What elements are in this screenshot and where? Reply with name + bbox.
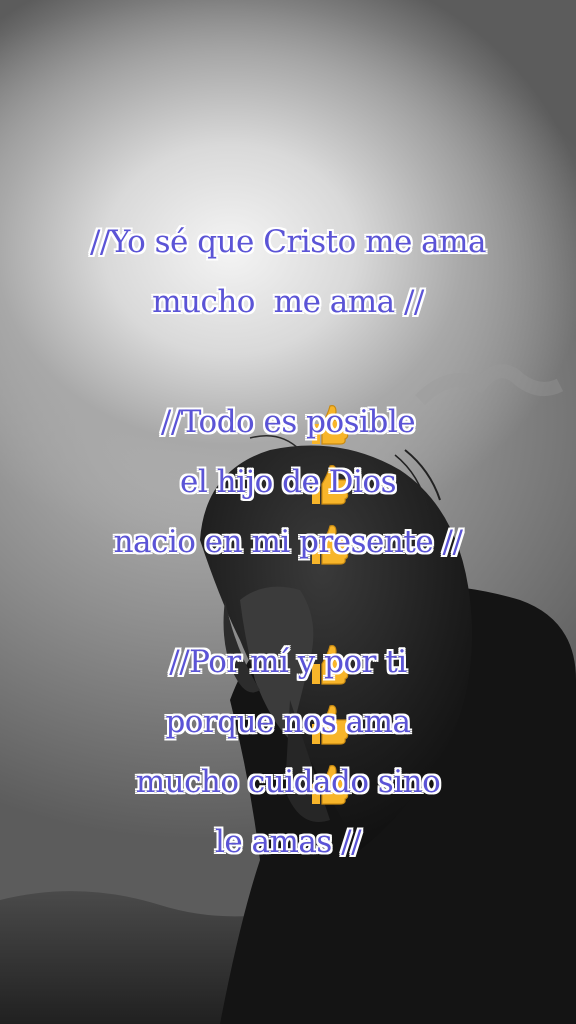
lyric-line-1: //Yo sé que Cristo me ama: [89, 224, 487, 260]
lyric-line-7: porque nos ama: [165, 704, 411, 740]
lyrics-overlay: //Yo sé que Cristo me ama mucho me ama /…: [0, 212, 576, 872]
lyric-line-5: nacio en mi presente //: [113, 524, 463, 560]
lyric-line-4: el hijo de Dios: [179, 464, 397, 500]
lyric-line-9: le amas //: [214, 824, 362, 860]
lyric-line-8: mucho cuidado sino: [135, 764, 441, 800]
lyric-line-6: //Por mí y por ti: [169, 644, 407, 680]
lyric-line-2: mucho me ama //: [152, 284, 424, 320]
thumbs-up-row-1: [0, 332, 576, 565]
lyric-line-3: //Todo es posible: [160, 404, 416, 440]
background-photo: //Yo sé que Cristo me ama mucho me ama /…: [0, 0, 576, 1024]
